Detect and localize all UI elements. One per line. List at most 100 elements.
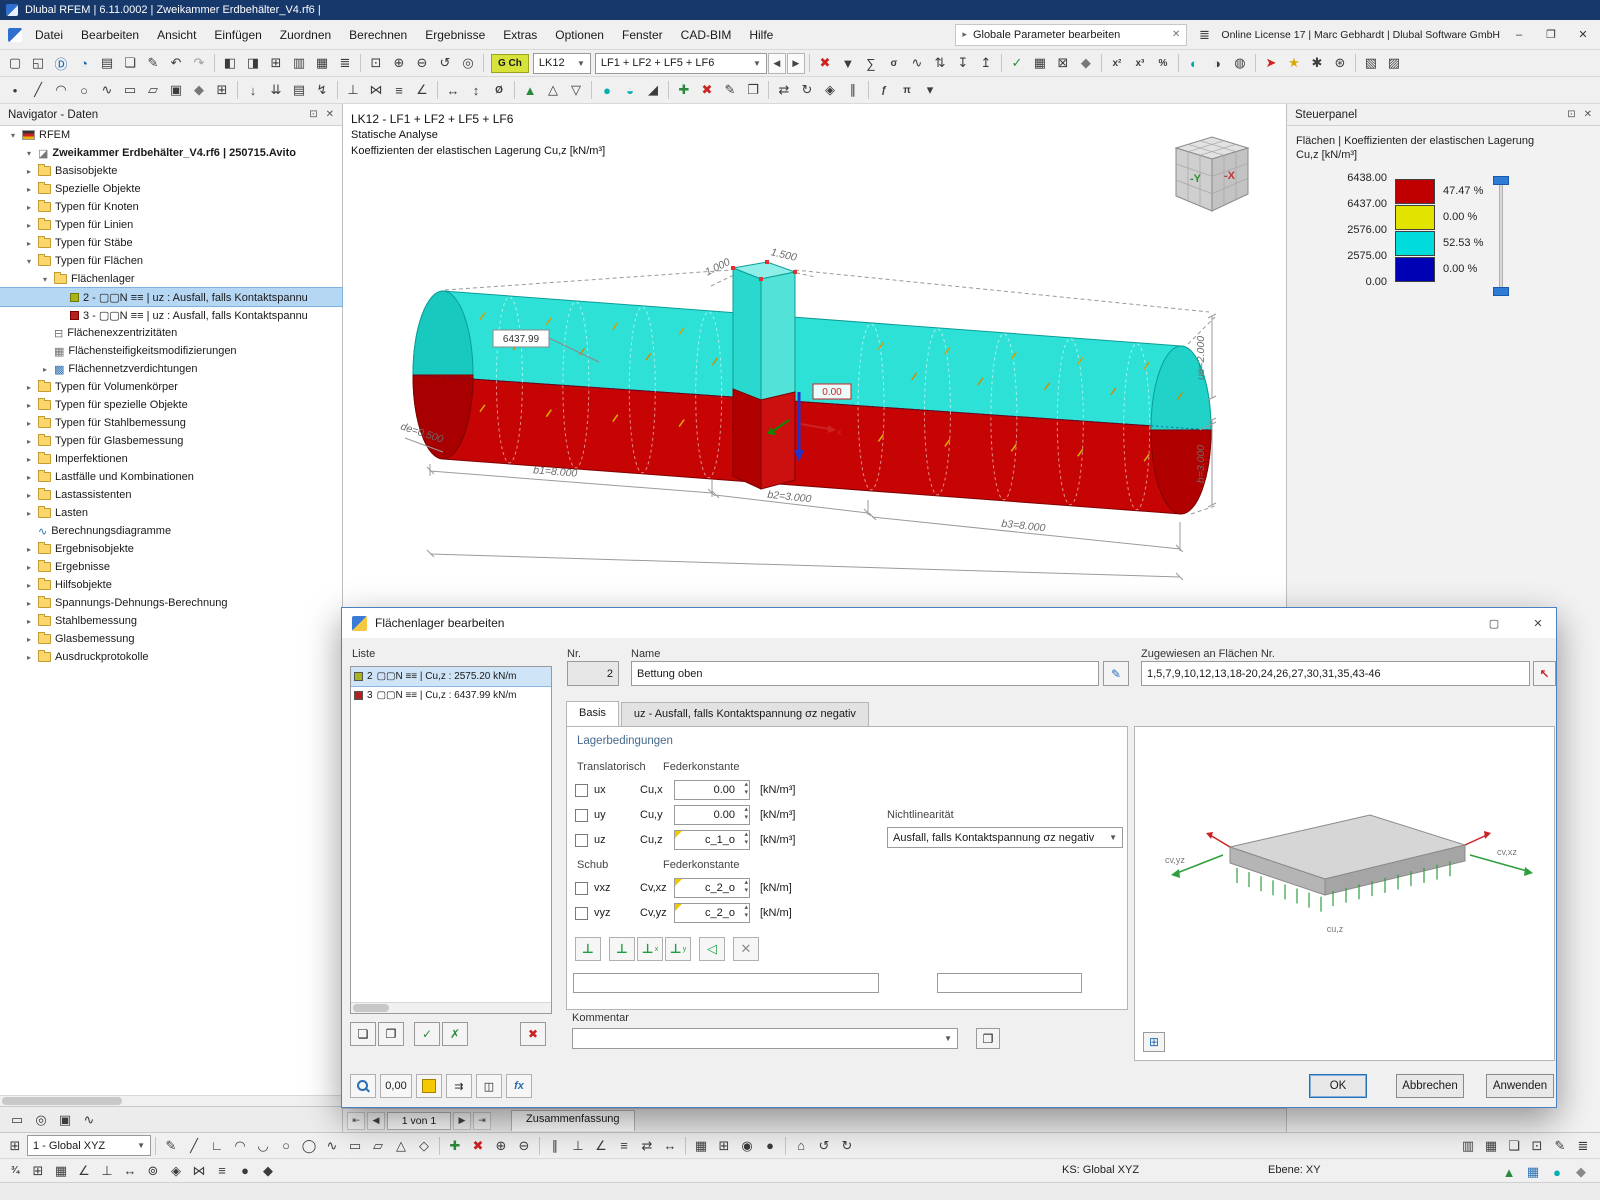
sum-results-icon[interactable]: ∑ (860, 52, 882, 74)
delete-results-icon[interactable]: ✖ (814, 52, 836, 74)
name-field[interactable]: Bettung oben (631, 661, 1099, 686)
units-dialog-button[interactable]: ◫ (476, 1074, 502, 1098)
menu-optionen[interactable]: Optionen (546, 24, 613, 46)
tree-item[interactable]: ▸ Imperfektionen (0, 450, 342, 468)
expander-icon[interactable]: ▸ (24, 203, 34, 212)
tree-item[interactable]: ▸ Lastfälle und Kombinationen (0, 468, 342, 486)
perpendicular-icon[interactable]: ⊥ (567, 1135, 589, 1157)
status-ok-icon[interactable]: ▲ (1498, 1161, 1520, 1183)
solid-select-icon[interactable]: ◆ (1075, 52, 1097, 74)
tree-item[interactable]: ▸ Typen für Stäbe (0, 234, 342, 252)
menu-fenster[interactable]: Fenster (613, 24, 672, 46)
free-load-icon[interactable]: ↯ (311, 79, 333, 101)
clear-search-icon[interactable]: ✕ (1172, 29, 1180, 40)
function-icon[interactable]: ƒ (873, 79, 895, 101)
expander-icon[interactable]: ▸ (24, 635, 34, 644)
tree-item[interactable]: ⊟ Flächenexzentrizitäten (0, 324, 342, 342)
support-y-icon[interactable]: ⊥ y (665, 937, 691, 961)
zoom-window-icon[interactable]: ⊡ (365, 52, 387, 74)
node-snap-icon[interactable]: ● (234, 1160, 256, 1182)
formula-icon[interactable]: π (896, 79, 918, 101)
select-all-icon[interactable]: ✓ (414, 1022, 440, 1046)
split-icon[interactable]: ⊖ (513, 1135, 535, 1157)
copy-support-icon[interactable]: ❐ (378, 1022, 404, 1046)
add-object-icon[interactable]: ✚ (673, 79, 695, 101)
tree-item[interactable]: ▸ Typen für Volumenkörper (0, 378, 342, 396)
mesh-refine-icon[interactable]: ▲ (519, 79, 541, 101)
new-support-icon[interactable]: ❏ (350, 1022, 376, 1046)
grid-icon[interactable]: ▦ (690, 1135, 712, 1157)
tree-item[interactable]: 3 - ▢▢N ≡≡ | uz : Ausfall, falls Kontakt… (0, 306, 342, 324)
menu-zuordnen[interactable]: Zuordnen (271, 24, 340, 46)
table-view-icon[interactable]: ▥ (1457, 1135, 1479, 1157)
diameter-icon[interactable]: Ø (488, 79, 510, 101)
surface-tool-icon[interactable]: ▣ (165, 79, 187, 101)
scale-swatch[interactable] (1395, 257, 1435, 282)
zoom-in-icon[interactable]: ⊕ (388, 52, 410, 74)
select-surfaces-button[interactable]: ↖ (1533, 661, 1556, 686)
offset-tool-icon[interactable]: ∥ (842, 79, 864, 101)
menu-cadbim[interactable]: CAD-BIM (672, 24, 741, 46)
spinner-buttons[interactable]: ▴ ▾ (744, 781, 748, 797)
mesh-delete-icon[interactable]: ⊠ (1052, 52, 1074, 74)
expander-icon[interactable]: ▾ (8, 131, 18, 140)
next-page-icon[interactable]: ▶ (453, 1111, 471, 1130)
navigation-cube[interactable]: -Y -X (1160, 132, 1260, 224)
expander-icon[interactable]: ▾ (40, 275, 50, 284)
dialog-maximize-button[interactable]: ▢ (1476, 608, 1512, 638)
expander-icon[interactable]: ▸ (24, 653, 34, 662)
color-settings-button[interactable] (416, 1074, 442, 1098)
render-transparent-icon[interactable]: ◒ (619, 79, 641, 101)
draw-arc-icon[interactable]: ◠ (229, 1135, 251, 1157)
formula-editor-button[interactable]: fx (506, 1074, 532, 1098)
support-tool-icon[interactable]: ⊥ (342, 79, 364, 101)
home-view-icon[interactable]: ⌂ (790, 1135, 812, 1157)
mesh-icon[interactable]: ▦ (1029, 52, 1051, 74)
mirror-tool-icon[interactable]: ◈ (819, 79, 841, 101)
preview-zoom-button[interactable] (350, 1074, 376, 1098)
expander-icon[interactable]: ▸ (24, 221, 34, 230)
last-page-icon[interactable]: ⇥ (473, 1111, 491, 1130)
draw-triangle-icon[interactable]: △ (390, 1135, 412, 1157)
circle-tool-icon[interactable]: ○ (73, 79, 95, 101)
tree-project-item[interactable]: ▾ ◪ Zweikammer Erdbehälter_V4.rf6 | 2507… (0, 144, 342, 162)
draw-ortho-icon[interactable]: ∟ (206, 1135, 228, 1157)
draw-circle-icon[interactable]: ○ (275, 1135, 297, 1157)
menu-extras[interactable]: Extras (494, 24, 546, 46)
more-tools-icon[interactable]: ▾ (919, 79, 941, 101)
scale-swatch[interactable] (1395, 231, 1435, 256)
check-icon[interactable]: ✓ (1006, 52, 1028, 74)
spinner-buttons[interactable]: ▴ ▾ (744, 879, 748, 895)
prev-loadcase-button[interactable]: ◀ (767, 52, 786, 74)
tree-item[interactable]: ∿ Berechnungsdiagramme (0, 522, 342, 540)
export-icon[interactable]: ↥ (975, 52, 997, 74)
tree-item[interactable]: ▸ Stahlbemessung (0, 612, 342, 630)
expander-icon[interactable]: ▸ (24, 167, 34, 176)
rotate-tool-icon[interactable]: ↻ (796, 79, 818, 101)
first-page-icon[interactable]: ⇤ (347, 1111, 365, 1130)
merge-icon[interactable]: ⊕ (490, 1135, 512, 1157)
tree-item[interactable]: ▸ ▩ Flächennetzverdichtungen (0, 360, 342, 378)
table-icon[interactable]: ▥ (288, 52, 310, 74)
panel-dock-icon[interactable]: ⊡ (309, 109, 317, 120)
window-grid-icon[interactable]: ⊞ (265, 52, 287, 74)
tree-item[interactable]: ▸ Hilfsobjekte (0, 576, 342, 594)
constraint-tool-icon[interactable]: ≡ (388, 79, 410, 101)
snap-grid-icon[interactable]: ⊞ (713, 1135, 735, 1157)
tree-item[interactable]: ▸ Typen für Glasbemessung (0, 432, 342, 450)
duplicate-object-icon[interactable]: ❐ (742, 79, 764, 101)
draw-rect-icon[interactable]: ▭ (344, 1135, 366, 1157)
opening-tool-icon[interactable]: ⊞ (211, 79, 233, 101)
spinner-buttons[interactable]: ▴ ▾ (744, 831, 748, 847)
tree-item[interactable]: ▸ Ergebnisobjekte (0, 540, 342, 558)
tab-basis[interactable]: Basis (566, 701, 619, 726)
layer-list-icon[interactable]: ≣ (1572, 1135, 1594, 1157)
open-model-icon[interactable]: ◱ (27, 52, 49, 74)
edit-icon[interactable]: ✎ (142, 52, 164, 74)
coordinate-system-selector[interactable]: 1 - Global XYZ ▼ (27, 1135, 151, 1156)
spinner-buttons[interactable]: ▴ ▾ (744, 904, 748, 920)
angle-tool-icon[interactable]: ∠ (411, 79, 433, 101)
result-class-badge[interactable]: G Ch (491, 53, 529, 73)
menu-berechnen[interactable]: Berechnen (340, 24, 416, 46)
tree-item[interactable]: ▸ Typen für Stahlbemessung (0, 414, 342, 432)
